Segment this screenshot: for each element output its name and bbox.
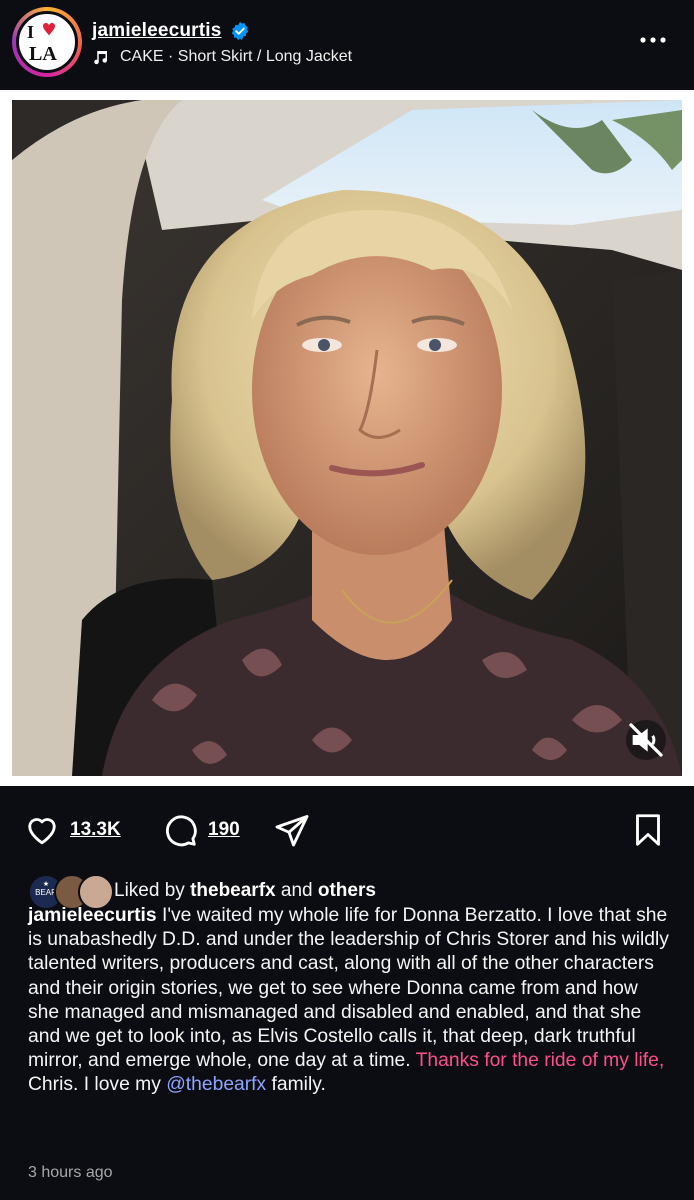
comment-bubble-icon[interactable] — [162, 812, 198, 848]
i-love-la-logo: I LA — [27, 22, 57, 65]
comment-button[interactable]: 190 — [162, 812, 240, 848]
save-button[interactable] — [630, 812, 666, 848]
post-header: I LA jamieleecurtis CAKE · Short Skirt /… — [0, 0, 694, 90]
music-note-icon — [94, 51, 108, 65]
heart-icon[interactable] — [24, 812, 60, 848]
liked-by-user[interactable]: thebearfx — [190, 880, 276, 901]
caption-highlight: Thanks for the ride of my life, — [415, 1050, 665, 1072]
username[interactable]: jamieleecurtis — [92, 20, 222, 42]
verified-badge-icon — [231, 21, 248, 41]
share-button[interactable] — [274, 812, 310, 848]
caption-area: ★ BEAR Liked by thebearfx and others jam… — [0, 866, 694, 1200]
liked-by-row[interactable]: ★ BEAR Liked by thebearfx and others — [28, 874, 376, 910]
story-ring[interactable]: I LA — [12, 7, 82, 77]
selfie-photo — [12, 100, 682, 776]
caption-username[interactable]: jamieleecurtis — [28, 905, 157, 926]
like-count[interactable]: 13.3K — [70, 819, 121, 841]
bookmark-icon[interactable] — [630, 812, 666, 848]
mute-button[interactable] — [626, 720, 666, 760]
comment-count[interactable]: 190 — [208, 819, 240, 841]
caption-mention[interactable]: @thebearfx — [166, 1074, 266, 1095]
caption-text: jamieleecurtis I've waited my whole life… — [28, 904, 674, 1098]
liked-by-connector: and — [280, 880, 313, 901]
audio-label: CAKE · Short Skirt / Long Jacket — [120, 48, 353, 65]
audio-track[interactable]: CAKE · Short Skirt / Long Jacket — [92, 48, 352, 66]
muted-speaker-icon — [629, 723, 663, 757]
post-timestamp: 3 hours ago — [28, 1164, 113, 1181]
caption-body-2: Chris. I love my — [28, 1074, 167, 1096]
more-options-icon[interactable] — [638, 30, 668, 50]
post-media-frame — [0, 90, 694, 786]
action-bar: 13.3K 190 — [0, 786, 694, 876]
svg-text:LA: LA — [29, 43, 57, 65]
liked-by-others[interactable]: others — [318, 880, 376, 901]
paper-plane-icon[interactable] — [274, 812, 310, 848]
liked-by-avatars: ★ BEAR — [28, 874, 114, 910]
caption-body-3: family. — [266, 1074, 326, 1096]
avatar[interactable]: I LA — [16, 11, 78, 73]
svg-text:I: I — [27, 22, 34, 42]
liked-by-prefix: Liked by — [114, 880, 185, 901]
like-button[interactable]: 13.3K — [24, 812, 121, 848]
caption-body-1: I've waited my whole life for Donna Berz… — [28, 905, 669, 1072]
post-photo[interactable] — [12, 100, 682, 776]
